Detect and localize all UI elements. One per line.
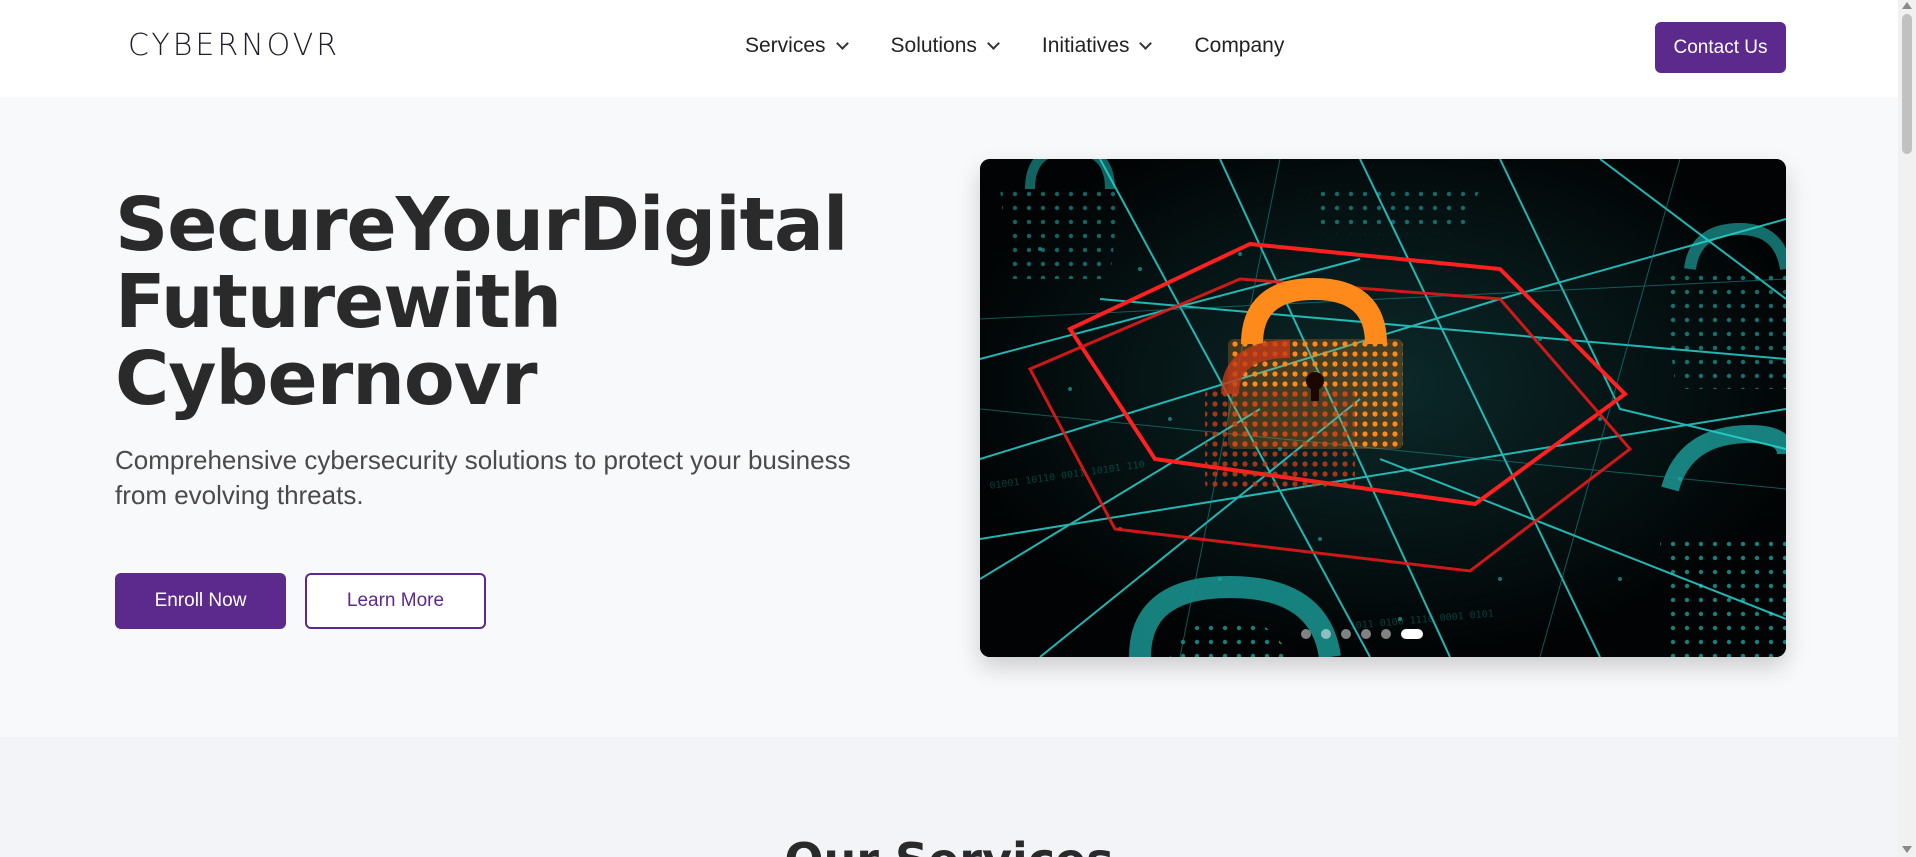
nav-label: Solutions bbox=[890, 34, 977, 57]
carousel-dot[interactable] bbox=[1301, 629, 1311, 639]
carousel-dot[interactable] bbox=[1341, 629, 1351, 639]
nav-label: Services bbox=[745, 34, 826, 57]
nav-item-company[interactable]: Company bbox=[1194, 34, 1284, 58]
enroll-now-button[interactable]: Enroll Now bbox=[115, 573, 286, 629]
carousel-dot[interactable] bbox=[1321, 629, 1331, 639]
learn-more-button[interactable]: Learn More bbox=[305, 573, 486, 629]
carousel-dot[interactable] bbox=[1381, 629, 1391, 639]
cybernovr-logo[interactable]: CYBERNOVR bbox=[128, 28, 368, 63]
hero-title-line: Futurewith bbox=[115, 259, 562, 345]
contact-us-button[interactable]: Contact Us bbox=[1655, 22, 1786, 73]
carousel-indicators bbox=[1301, 629, 1423, 639]
services-section: Our Services bbox=[0, 737, 1898, 857]
hero-subtitle: Comprehensive cybersecurity solutions to… bbox=[115, 445, 851, 510]
hero-title: SecureYourDigital Futurewith Cybernovr bbox=[115, 187, 935, 418]
chevron-down-icon bbox=[835, 37, 849, 50]
lock-icon bbox=[1310, 189, 1480, 234]
page: CYBERNOVR Services Solutions Initiatives… bbox=[0, 0, 1916, 857]
scroll-down-arrow-icon[interactable] bbox=[1902, 846, 1912, 853]
site-header: CYBERNOVR Services Solutions Initiatives… bbox=[0, 0, 1898, 97]
page-scrollbar[interactable] bbox=[1898, 0, 1916, 857]
nav-item-solutions[interactable]: Solutions bbox=[890, 34, 1000, 58]
main-nav: Services Solutions Initiatives Company bbox=[745, 34, 1328, 58]
hero-title-line: SecureYourDigital bbox=[115, 182, 848, 268]
nav-label: Company bbox=[1194, 34, 1285, 57]
nav-item-services[interactable]: Services bbox=[745, 34, 849, 58]
scroll-up-arrow-icon[interactable] bbox=[1902, 2, 1912, 9]
carousel-dot[interactable] bbox=[1361, 629, 1371, 639]
carousel-dot-active[interactable] bbox=[1401, 629, 1423, 639]
logo-text: CYBERNOVR bbox=[128, 28, 341, 63]
services-heading: Our Services bbox=[0, 833, 1898, 857]
chevron-down-icon bbox=[1139, 37, 1153, 50]
chevron-down-icon bbox=[987, 37, 1000, 50]
nav-item-initiatives[interactable]: Initiatives bbox=[1041, 34, 1153, 58]
hero-section: SecureYourDigital Futurewith Cybernovr C… bbox=[0, 97, 1898, 737]
scroll-thumb[interactable] bbox=[1902, 14, 1912, 154]
hero-image-carousel[interactable]: 01001 10110 0011 10101 110 1011 0100 111… bbox=[980, 159, 1786, 657]
hero-title-line: Cybernovr bbox=[115, 336, 537, 422]
cyber-lock-image: 01001 10110 0011 10101 110 1011 0100 111… bbox=[980, 159, 1786, 657]
nav-label: Initiatives bbox=[1041, 34, 1130, 57]
